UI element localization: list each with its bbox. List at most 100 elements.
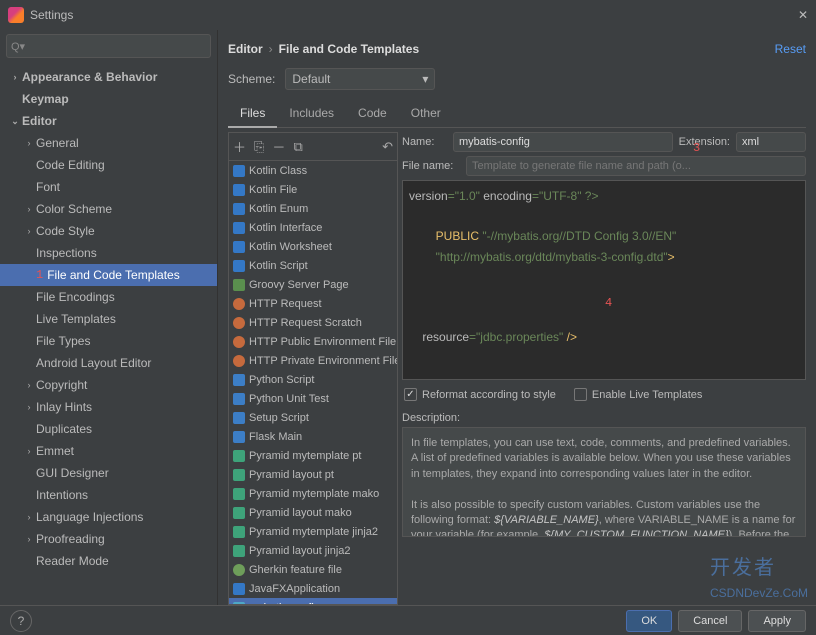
- reformat-checkbox[interactable]: ✓Reformat according to style: [404, 388, 556, 401]
- tree-item[interactable]: Inspections: [0, 242, 217, 264]
- file-icon: [233, 583, 245, 595]
- template-item[interactable]: HTTP Request Scratch: [229, 313, 397, 332]
- file-icon: [233, 412, 245, 424]
- cancel-button[interactable]: Cancel: [678, 610, 742, 632]
- file-icon: [233, 184, 245, 196]
- filename-input[interactable]: Template to generate file name and path …: [466, 156, 806, 176]
- tab-code[interactable]: Code: [346, 100, 399, 127]
- tree-item[interactable]: Reader Mode: [0, 550, 217, 572]
- scheme-select[interactable]: Default ▾: [285, 68, 435, 90]
- tree-item[interactable]: ⌄Editor: [0, 110, 217, 132]
- ok-button[interactable]: OK: [626, 610, 672, 632]
- template-item[interactable]: Flask Main: [229, 427, 397, 446]
- template-item[interactable]: Pyramid layout pt: [229, 465, 397, 484]
- template-item[interactable]: Gherkin feature file: [229, 560, 397, 579]
- app-icon: [8, 7, 24, 23]
- template-item[interactable]: Python Script: [229, 370, 397, 389]
- file-icon: [233, 298, 245, 310]
- file-icon: [233, 355, 245, 367]
- tree-item[interactable]: Code Editing: [0, 154, 217, 176]
- file-icon: [233, 526, 245, 538]
- template-item[interactable]: Python Unit Test: [229, 389, 397, 408]
- tab-other[interactable]: Other: [399, 100, 453, 127]
- template-item[interactable]: Kotlin Interface: [229, 218, 397, 237]
- search-input[interactable]: Q▾: [6, 34, 211, 58]
- tree-item[interactable]: ›Color Scheme: [0, 198, 217, 220]
- remove-icon[interactable]: －: [272, 137, 285, 156]
- breadcrumb: Editor › File and Code Templates Reset: [228, 36, 806, 62]
- template-item[interactable]: Setup Script: [229, 408, 397, 427]
- breadcrumb-leaf: File and Code Templates: [279, 42, 419, 56]
- tree-item[interactable]: 1File and Code Templates: [0, 264, 217, 286]
- filename-label: File name:: [402, 160, 460, 172]
- settings-tree: ›Appearance & BehaviorKeymap⌄Editor›Gene…: [0, 62, 217, 605]
- file-icon: [233, 450, 245, 462]
- tree-item[interactable]: File Types: [0, 330, 217, 352]
- template-item[interactable]: Kotlin Enum: [229, 199, 397, 218]
- template-item[interactable]: JavaFXApplication: [229, 579, 397, 598]
- tab-files[interactable]: Files: [228, 100, 277, 128]
- code-editor[interactable]: version="1.0" encoding="UTF-8" ?> PUBLIC…: [402, 180, 806, 380]
- template-item[interactable]: Pyramid mytemplate jinja2: [229, 522, 397, 541]
- titlebar: Settings ✕: [0, 0, 816, 30]
- template-item[interactable]: HTTP Request: [229, 294, 397, 313]
- template-item[interactable]: mybatis-config: [229, 598, 397, 604]
- apply-button[interactable]: Apply: [748, 610, 806, 632]
- tree-item[interactable]: ›Code Style: [0, 220, 217, 242]
- tree-item[interactable]: ›General: [0, 132, 217, 154]
- template-item[interactable]: Kotlin File: [229, 180, 397, 199]
- tree-item[interactable]: File Encodings: [0, 286, 217, 308]
- reset-link[interactable]: Reset: [775, 42, 806, 56]
- tree-item[interactable]: Android Layout Editor: [0, 352, 217, 374]
- tree-item[interactable]: ›Inlay Hints: [0, 396, 217, 418]
- template-item[interactable]: Pyramid layout jinja2: [229, 541, 397, 560]
- scheme-value: Default: [292, 72, 422, 86]
- tree-item[interactable]: ›Copyright: [0, 374, 217, 396]
- chevron-down-icon: ▾: [422, 72, 428, 86]
- extension-input[interactable]: xml: [736, 132, 806, 152]
- tree-item[interactable]: ›Emmet: [0, 440, 217, 462]
- template-item[interactable]: HTTP Public Environment File: [229, 332, 397, 351]
- file-icon: [233, 374, 245, 386]
- sidebar: Q▾ ›Appearance & BehaviorKeymap⌄Editor›G…: [0, 30, 218, 605]
- template-item[interactable]: HTTP Private Environment File: [229, 351, 397, 370]
- template-item[interactable]: Kotlin Class: [229, 161, 397, 180]
- tree-item[interactable]: Live Templates: [0, 308, 217, 330]
- name-input[interactable]: 2 mybatis-config: [453, 132, 673, 152]
- tree-item[interactable]: Intentions: [0, 484, 217, 506]
- tree-item[interactable]: ›Proofreading: [0, 528, 217, 550]
- tree-item[interactable]: Font: [0, 176, 217, 198]
- tabs: FilesIncludesCodeOther: [228, 100, 806, 128]
- description-box: In file templates, you can use text, cod…: [402, 427, 806, 537]
- undo-icon[interactable]: ↶: [382, 139, 393, 155]
- file-icon: [233, 279, 245, 291]
- description-label: Description:: [402, 412, 806, 424]
- tree-item[interactable]: ›Appearance & Behavior: [0, 66, 217, 88]
- add-child-icon[interactable]: ⎘: [254, 139, 264, 155]
- live-templates-checkbox[interactable]: Enable Live Templates: [574, 388, 702, 401]
- close-icon[interactable]: ✕: [798, 8, 808, 22]
- file-icon: [233, 469, 245, 481]
- tree-item[interactable]: Keymap: [0, 88, 217, 110]
- template-item[interactable]: Groovy Server Page: [229, 275, 397, 294]
- tab-includes[interactable]: Includes: [277, 100, 346, 127]
- template-item[interactable]: Kotlin Worksheet: [229, 237, 397, 256]
- main-panel: Editor › File and Code Templates Reset S…: [218, 30, 816, 605]
- file-icon: [233, 317, 245, 329]
- tree-item[interactable]: GUI Designer: [0, 462, 217, 484]
- tree-item[interactable]: ›Language Injections: [0, 506, 217, 528]
- extension-label: Extension:: [679, 136, 730, 148]
- file-icon: [233, 545, 245, 557]
- template-item[interactable]: Kotlin Script: [229, 256, 397, 275]
- template-item[interactable]: Pyramid layout mako: [229, 503, 397, 522]
- search-icon: Q▾: [11, 40, 25, 53]
- template-item[interactable]: Pyramid mytemplate pt: [229, 446, 397, 465]
- help-button[interactable]: ?: [10, 610, 32, 632]
- template-item[interactable]: Pyramid mytemplate mako: [229, 484, 397, 503]
- button-bar: ? OK Cancel Apply: [0, 605, 816, 635]
- add-icon[interactable]: ＋: [233, 137, 246, 156]
- copy-icon[interactable]: ⧉: [293, 139, 302, 155]
- file-icon: [233, 488, 245, 500]
- tree-item[interactable]: Duplicates: [0, 418, 217, 440]
- file-icon: [233, 165, 245, 177]
